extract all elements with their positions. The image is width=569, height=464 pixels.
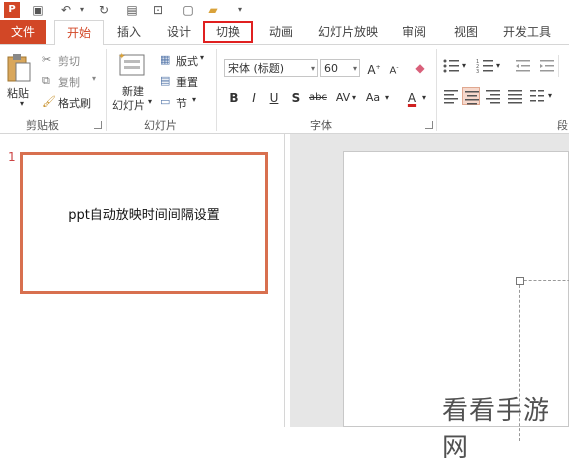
chevron-down-icon[interactable]: ▾ xyxy=(462,61,466,70)
bullets-icon[interactable] xyxy=(442,57,460,75)
format-painter-button[interactable]: 格式刷 xyxy=(58,95,91,111)
font-size-value: 60 xyxy=(324,62,338,75)
new-slide-dropdown-icon[interactable]: ▾ xyxy=(148,97,152,106)
resize-handle[interactable] xyxy=(516,277,524,285)
paste-icon xyxy=(7,54,31,82)
font-group-label: 字体 xyxy=(310,119,332,132)
group-divider xyxy=(216,49,217,131)
svg-text:✦: ✦ xyxy=(118,52,126,62)
layout-icon: ▦ xyxy=(160,53,171,66)
redo-icon[interactable]: ↻ xyxy=(96,2,112,18)
chevron-down-icon: ▾ xyxy=(352,64,357,73)
paste-button[interactable] xyxy=(6,53,32,83)
decrease-indent-icon[interactable] xyxy=(514,57,532,75)
group-divider xyxy=(558,55,559,77)
slide-thumbnail[interactable] xyxy=(20,152,268,294)
copy-button[interactable]: 复制 xyxy=(58,74,80,90)
copy-icon: ⧉ xyxy=(42,74,50,87)
underline-button[interactable]: U xyxy=(266,89,282,107)
numbering-icon[interactable]: 123 xyxy=(476,57,494,75)
group-divider xyxy=(436,49,437,131)
chevron-down-icon[interactable]: ▾ xyxy=(548,91,552,100)
tab-developer[interactable]: 开发工具 xyxy=(496,20,558,44)
increase-font-icon[interactable]: A+ xyxy=(366,59,382,77)
columns-icon[interactable] xyxy=(528,87,546,105)
justify-icon[interactable] xyxy=(506,87,524,105)
paste-label: 粘贴 xyxy=(7,87,29,100)
font-launcher-icon[interactable] xyxy=(425,121,433,129)
align-center-icon[interactable] xyxy=(462,87,480,105)
svg-text:3: 3 xyxy=(476,69,479,75)
cut-button[interactable]: 剪切 xyxy=(58,53,80,69)
undo-icon[interactable]: ↶ xyxy=(58,2,74,18)
save-icon[interactable]: ▣ xyxy=(30,2,46,18)
slide-thumbnail-title: ppt自动放映时间间隔设置 xyxy=(68,208,220,223)
font-color-icon[interactable]: A xyxy=(404,89,420,107)
slide-number: 1 xyxy=(8,150,16,164)
chevron-down-icon[interactable]: ▾ xyxy=(422,93,426,102)
align-right-icon[interactable] xyxy=(484,87,502,105)
slides-group-label: 幻灯片 xyxy=(144,119,177,132)
strikethrough-button[interactable]: abc xyxy=(306,89,330,107)
font-name-select[interactable]: 宋体 (标题) ▾ xyxy=(224,59,318,77)
new-slide-icon[interactable]: ✦ xyxy=(118,51,148,79)
align-left-icon[interactable] xyxy=(442,87,460,105)
decrease-font-icon[interactable]: A- xyxy=(386,59,402,77)
ribbon: 粘贴 ▾ ✂ 剪切 ⧉ 复制 ▾ 🖌 格式刷 剪贴板 ✦ 新建 幻灯片 ▾ ▦ … xyxy=(0,45,569,134)
layout-button[interactable]: 版式 xyxy=(176,53,198,69)
reset-button[interactable]: 重置 xyxy=(176,74,198,90)
tab-view[interactable]: 视图 xyxy=(444,20,488,44)
italic-button[interactable]: I xyxy=(246,89,262,107)
start-from-beginning-icon[interactable]: ▤ xyxy=(124,2,140,18)
clipboard-group-label: 剪贴板 xyxy=(26,119,59,132)
clear-formatting-icon[interactable]: ◆ xyxy=(412,59,428,77)
font-size-select[interactable]: 60 ▾ xyxy=(320,59,360,77)
change-case-button[interactable]: Aa xyxy=(362,89,384,107)
undo-dropdown-icon[interactable]: ▾ xyxy=(74,2,90,18)
section-icon: ▭ xyxy=(160,95,171,108)
chevron-down-icon[interactable]: ▾ xyxy=(352,93,356,102)
ribbon-tabs: 文件 开始 插入 设计 切换 动画 幻灯片放映 审阅 视图 开发工具 xyxy=(0,20,569,45)
customize-qat-icon[interactable]: ▾ xyxy=(232,2,248,18)
chevron-down-icon: ▾ xyxy=(310,64,315,73)
font-name-value: 宋体 (标题) xyxy=(228,62,285,75)
tab-design[interactable]: 设计 xyxy=(156,20,202,44)
increase-indent-icon[interactable] xyxy=(538,57,556,75)
chevron-down-icon[interactable]: ▾ xyxy=(385,93,389,102)
paste-dropdown-icon[interactable]: ▾ xyxy=(20,99,24,108)
tab-transitions[interactable]: 切换 xyxy=(203,21,253,43)
tab-slideshow[interactable]: 幻灯片放映 xyxy=(312,20,384,44)
chevron-down-icon[interactable]: ▾ xyxy=(496,61,500,70)
quick-access-toolbar: P ▣ ↶ ▾ ↻ ▤ ⊡ ▢ ▰ ▾ xyxy=(0,0,569,20)
tab-insert[interactable]: 插入 xyxy=(106,20,152,44)
group-divider xyxy=(106,49,107,131)
tab-review[interactable]: 审阅 xyxy=(392,20,436,44)
print-preview-icon[interactable]: ⊡ xyxy=(150,2,166,18)
reset-icon: ▤ xyxy=(160,74,171,87)
bold-button[interactable]: B xyxy=(226,89,242,107)
format-painter-icon: 🖌 xyxy=(42,95,56,108)
watermark-text: 看看手游网 xyxy=(442,396,551,463)
open-folder-icon[interactable]: ▰ xyxy=(205,2,221,18)
paragraph-group-label: 段 xyxy=(557,119,568,132)
powerpoint-logo-icon: P xyxy=(4,2,20,18)
character-spacing-button[interactable]: AV xyxy=(332,89,354,107)
clipboard-launcher-icon[interactable] xyxy=(94,121,102,129)
tab-animations[interactable]: 动画 xyxy=(258,20,304,44)
copy-dropdown-icon[interactable]: ▾ xyxy=(92,74,96,83)
layout-dropdown-icon[interactable]: ▾ xyxy=(200,53,204,62)
cut-icon: ✂ xyxy=(42,53,52,66)
shadow-button[interactable]: S xyxy=(288,89,304,107)
tab-file[interactable]: 文件 xyxy=(0,20,46,44)
section-button[interactable]: 节 xyxy=(176,95,187,111)
new-slide-label-2[interactable]: 幻灯片 xyxy=(112,97,145,113)
new-file-icon[interactable]: ▢ xyxy=(180,2,196,18)
section-dropdown-icon[interactable]: ▾ xyxy=(192,95,196,104)
tab-home[interactable]: 开始 xyxy=(54,20,104,45)
